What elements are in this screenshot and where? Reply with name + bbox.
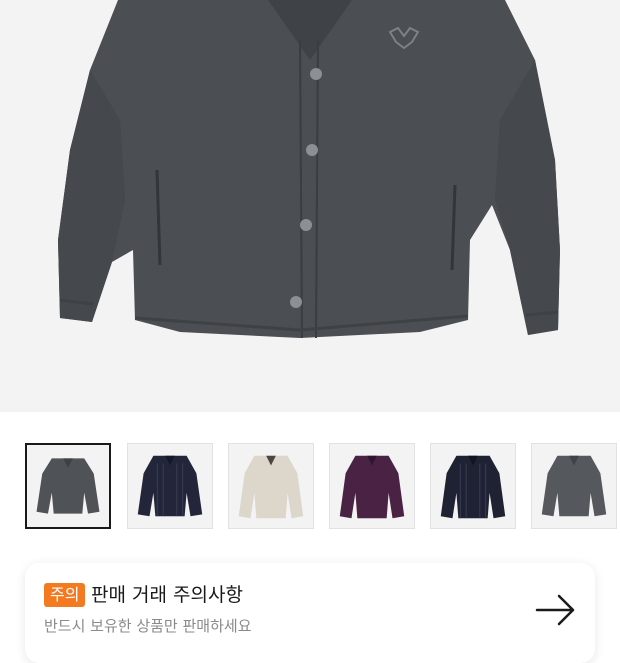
thumbnail-0-image xyxy=(36,458,100,514)
thumbnail-2[interactable] xyxy=(228,443,314,529)
thumbnail-3-image xyxy=(339,455,405,519)
notice-title: 판매 거래 주의사항 xyxy=(91,584,243,606)
thumbnail-5-image xyxy=(541,455,607,517)
arrow-right-icon[interactable] xyxy=(535,589,577,631)
thumbnail-1-image xyxy=(137,455,203,517)
thumbnail-3[interactable] xyxy=(329,443,415,529)
thumbnail-2-image xyxy=(238,455,304,519)
thumbnail-strip xyxy=(0,443,620,533)
thumbnail-4[interactable] xyxy=(430,443,516,529)
sales-notice-card[interactable]: 주의 판매 거래 주의사항 반드시 보유한 상품만 판매하세요 xyxy=(25,563,595,663)
product-main-image[interactable] xyxy=(0,0,620,412)
notice-badge: 주의 xyxy=(44,583,86,607)
thumbnail-0[interactable] xyxy=(25,443,111,529)
thumbnail-5[interactable] xyxy=(531,443,617,529)
cardigan-illustration xyxy=(58,0,560,339)
thumbnail-1[interactable] xyxy=(127,443,213,529)
thumbnail-4-image xyxy=(440,455,506,519)
notice-description: 반드시 보유한 상품만 판매하세요 xyxy=(44,617,252,635)
